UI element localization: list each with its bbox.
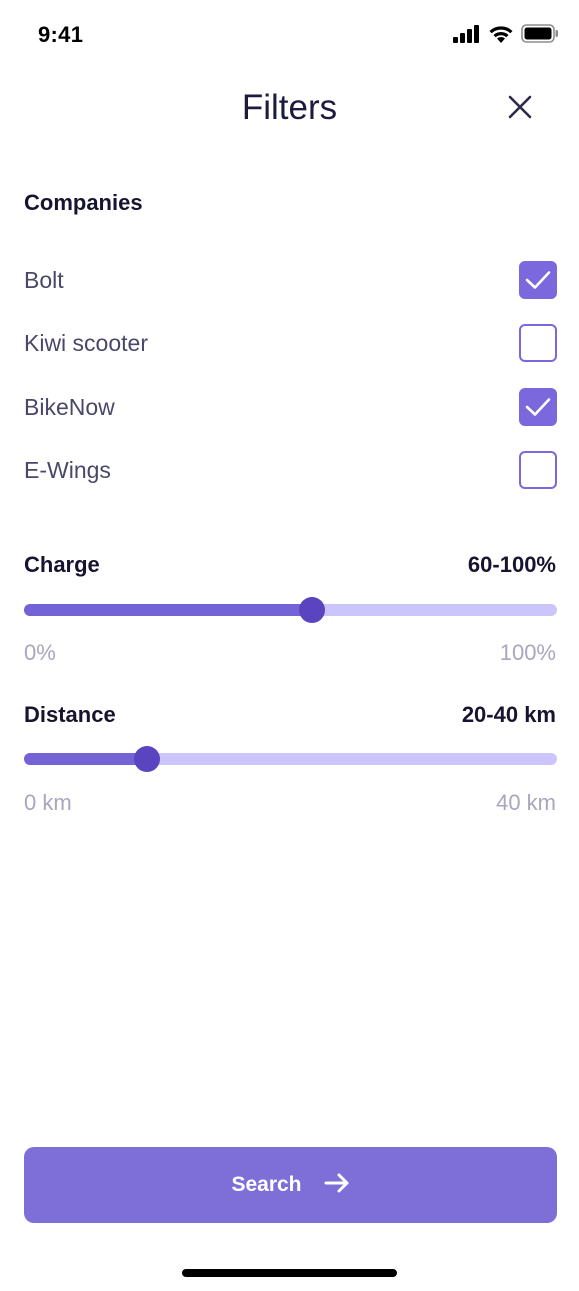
close-icon xyxy=(508,95,532,124)
checkbox[interactable] xyxy=(519,324,557,362)
distance-value: 20-40 km xyxy=(461,702,556,727)
company-row-e-wings[interactable]: E-Wings xyxy=(24,448,557,492)
companies-title: Companies xyxy=(24,190,143,215)
header: Filters xyxy=(0,70,579,150)
checkmark-icon xyxy=(525,398,551,416)
status-bar: 9:41 xyxy=(0,0,579,70)
arrow-right-icon xyxy=(324,1173,350,1198)
company-label: BikeNow xyxy=(24,393,115,420)
slider-fill xyxy=(24,604,312,616)
company-row-bikenow[interactable]: BikeNow xyxy=(24,385,557,429)
charge-min-label: 0% xyxy=(24,640,56,665)
company-label: E-Wings xyxy=(24,456,111,483)
page-title: Filters xyxy=(241,88,338,127)
checkbox[interactable] xyxy=(519,261,557,299)
company-label: Bolt xyxy=(24,266,64,293)
search-button[interactable]: Search xyxy=(24,1147,557,1223)
charge-title: Charge xyxy=(24,552,100,577)
distance-title: Distance xyxy=(24,702,116,727)
checkbox[interactable] xyxy=(519,451,557,489)
slider-thumb[interactable] xyxy=(134,746,160,772)
checkbox[interactable] xyxy=(519,388,557,426)
charge-slider[interactable] xyxy=(24,596,557,624)
search-button-label: Search xyxy=(231,1173,302,1196)
checkmark-icon xyxy=(525,271,551,289)
company-row-bolt[interactable]: Bolt xyxy=(24,258,557,302)
close-button[interactable] xyxy=(500,89,540,129)
wifi-icon xyxy=(488,24,514,48)
battery-icon xyxy=(521,24,559,48)
status-time: 9:41 xyxy=(38,22,84,47)
slider-thumb[interactable] xyxy=(299,597,325,623)
charge-value: 60-100% xyxy=(467,552,556,577)
company-label: Kiwi scooter xyxy=(24,329,148,356)
status-icons xyxy=(453,24,559,48)
charge-max-label: 100% xyxy=(499,640,556,665)
distance-max-label: 40 km xyxy=(496,790,556,815)
distance-slider[interactable] xyxy=(24,745,557,773)
distance-min-label: 0 km xyxy=(24,790,72,815)
cellular-signal-icon xyxy=(453,24,481,48)
home-indicator xyxy=(182,1269,397,1277)
company-row-kiwi-scooter[interactable]: Kiwi scooter xyxy=(24,321,557,365)
slider-fill xyxy=(24,753,147,765)
